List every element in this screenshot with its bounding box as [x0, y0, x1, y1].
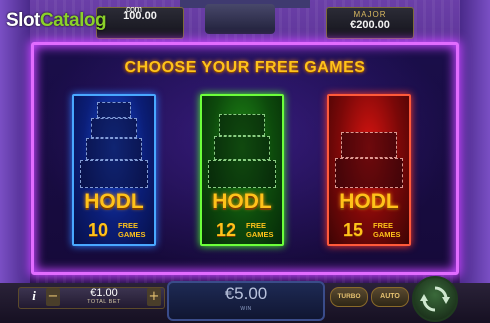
turbo-button[interactable]: TURBO	[330, 287, 368, 307]
watermark-domain: .com	[124, 4, 142, 14]
win-label: WIN	[240, 306, 252, 312]
right-pillar	[460, 0, 490, 290]
option-count: 10	[88, 220, 109, 240]
option-count: 12	[216, 220, 237, 240]
option-free-games-label: FREE GAMES	[118, 221, 146, 239]
info-button[interactable]: i	[26, 288, 42, 306]
watermark-catalog: Catalog	[39, 10, 107, 31]
jackpot-major: MAJOR €200.00	[326, 7, 414, 39]
tier-top	[97, 102, 131, 118]
dialog-title: CHOOSE YOUR FREE GAMES	[124, 59, 366, 76]
tier-top	[219, 114, 265, 136]
option-name: HODL	[339, 190, 399, 213]
option-name: HODL	[212, 190, 272, 213]
top-card-decoration	[205, 4, 275, 34]
total-bet-value: €1.00	[90, 287, 118, 299]
free-games-option-10[interactable]: HODL 10 FREE GAMES	[72, 94, 156, 246]
free-games-option-12[interactable]: HODL 12 FREE GAMES	[200, 94, 284, 246]
option-free-games-label: FREE GAMES	[373, 221, 401, 239]
increase-bet-button[interactable]: +	[147, 288, 161, 306]
tier-base	[80, 160, 148, 188]
spin-arrows-icon	[420, 286, 450, 312]
left-pillar	[0, 0, 30, 290]
tier-middle	[214, 136, 270, 160]
free-games-option-15[interactable]: HODL 15 FREE GAMES	[327, 94, 411, 246]
autoplay-button[interactable]: AUTO	[371, 287, 409, 307]
watermark-slot: Slot	[6, 10, 40, 31]
tier-base	[208, 160, 276, 188]
jackpot-major-value: €200.00	[350, 19, 390, 31]
tier-middle	[91, 118, 137, 138]
option-free-games-label: FREE GAMES	[246, 221, 274, 239]
slotcatalog-watermark: SlotCatalog .com	[6, 4, 142, 32]
tier-base	[335, 158, 403, 188]
option-name: HODL	[84, 190, 144, 213]
total-bet-label: TOTAL BET	[87, 299, 121, 305]
decrease-bet-button[interactable]: −	[46, 288, 60, 306]
jackpot-major-label: MAJOR	[353, 10, 387, 19]
tier-top	[341, 132, 397, 158]
win-value: €5.00	[224, 284, 268, 303]
tier-lower	[86, 138, 142, 160]
option-count: 15	[343, 220, 364, 240]
